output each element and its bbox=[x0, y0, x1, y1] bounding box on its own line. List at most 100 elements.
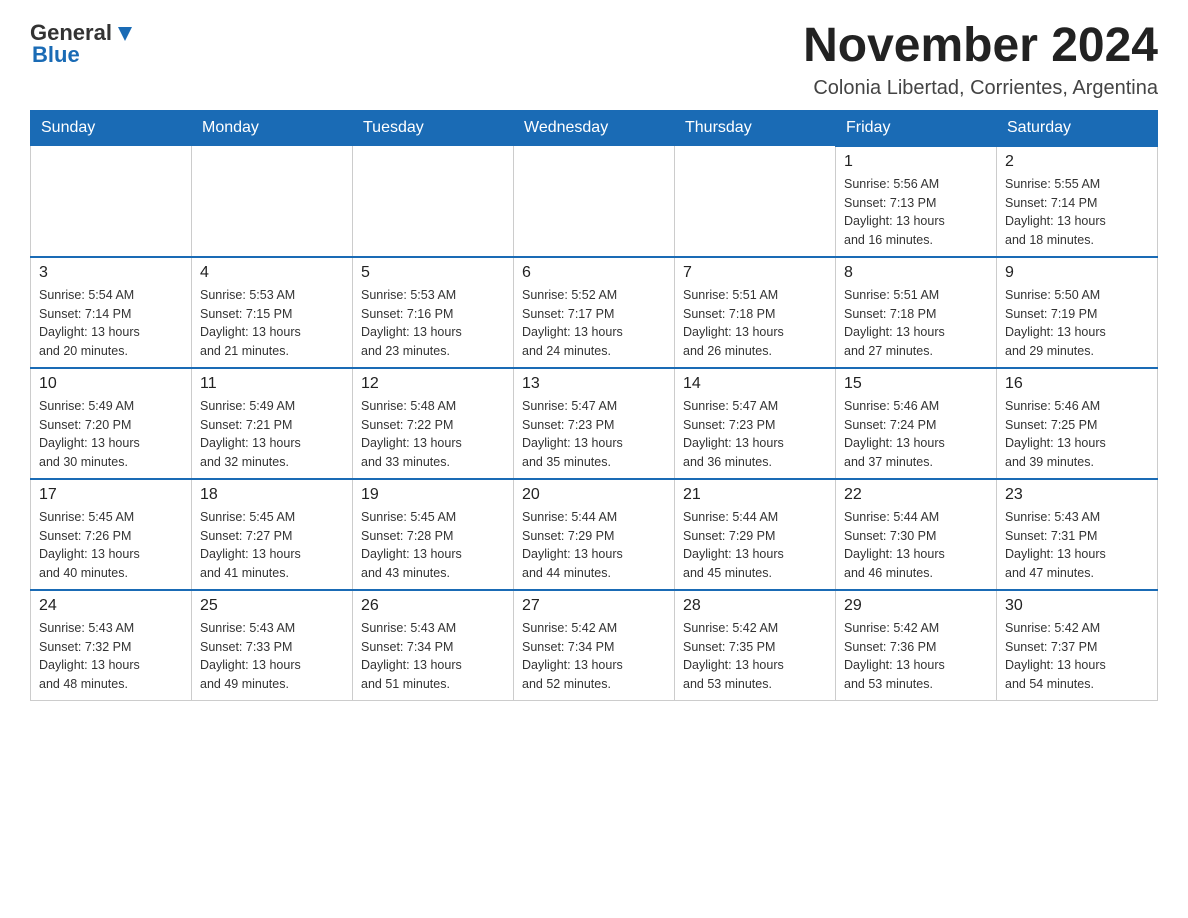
day-number: 13 bbox=[522, 375, 666, 393]
day-info: Sunrise: 5:45 AMSunset: 7:26 PMDaylight:… bbox=[39, 508, 183, 583]
calendar-day-cell: 2Sunrise: 5:55 AMSunset: 7:14 PMDaylight… bbox=[997, 146, 1158, 257]
day-number: 4 bbox=[200, 264, 344, 282]
day-number: 22 bbox=[844, 486, 988, 504]
calendar-day-cell: 6 Sunrise: 5:52 AMSunset: 7:17 PMDaylight… bbox=[514, 257, 675, 368]
column-header-friday: Friday bbox=[836, 110, 997, 146]
calendar-week-row: 3Sunrise: 5:54 AMSunset: 7:14 PMDaylight… bbox=[31, 257, 1158, 368]
location-subtitle: Colonia Libertad, Corrientes, Argentina bbox=[803, 77, 1158, 100]
calendar-day-cell: 13 Sunrise: 5:47 AMSunset: 7:23 PMDayligh… bbox=[514, 368, 675, 479]
day-number: 28 bbox=[683, 597, 827, 615]
calendar-day-cell: 26 Sunrise: 5:43 AMSunset: 7:34 PMDayligh… bbox=[353, 590, 514, 701]
day-number: 14 bbox=[683, 375, 827, 393]
calendar-day-cell bbox=[353, 146, 514, 257]
day-number: 3 bbox=[39, 264, 183, 282]
logo: General Blue bbox=[30, 20, 136, 68]
day-info: Sunrise: 5:43 AMSunset: 7:33 PMDaylight:… bbox=[200, 619, 344, 694]
day-info: Sunrise: 5:49 AMSunset: 7:20 PMDaylight:… bbox=[39, 397, 183, 472]
day-number: 6 bbox=[522, 264, 666, 282]
calendar-day-cell: 4 Sunrise: 5:53 AMSunset: 7:15 PMDaylight… bbox=[192, 257, 353, 368]
column-header-thursday: Thursday bbox=[675, 110, 836, 146]
column-header-monday: Monday bbox=[192, 110, 353, 146]
calendar-day-cell bbox=[675, 146, 836, 257]
day-number: 18 bbox=[200, 486, 344, 504]
calendar-day-cell: 25 Sunrise: 5:43 AMSunset: 7:33 PMDayligh… bbox=[192, 590, 353, 701]
calendar-day-cell: 15 Sunrise: 5:46 AMSunset: 7:24 PMDayligh… bbox=[836, 368, 997, 479]
calendar-day-cell: 8 Sunrise: 5:51 AMSunset: 7:18 PMDaylight… bbox=[836, 257, 997, 368]
day-number: 9 bbox=[1005, 264, 1149, 282]
day-info: Sunrise: 5:46 AMSunset: 7:24 PMDaylight:… bbox=[844, 397, 988, 472]
day-info: Sunrise: 5:44 AMSunset: 7:29 PMDaylight:… bbox=[522, 508, 666, 583]
day-number: 8 bbox=[844, 264, 988, 282]
day-info: Sunrise: 5:48 AMSunset: 7:22 PMDaylight:… bbox=[361, 397, 505, 472]
day-info: Sunrise: 5:47 AMSunset: 7:23 PMDaylight:… bbox=[683, 397, 827, 472]
calendar-day-cell: 23 Sunrise: 5:43 AMSunset: 7:31 PMDayligh… bbox=[997, 479, 1158, 590]
day-number: 5 bbox=[361, 264, 505, 282]
calendar-day-cell: 21 Sunrise: 5:44 AMSunset: 7:29 PMDayligh… bbox=[675, 479, 836, 590]
calendar-week-row: 24Sunrise: 5:43 AMSunset: 7:32 PMDayligh… bbox=[31, 590, 1158, 701]
day-info: Sunrise: 5:53 AMSunset: 7:16 PMDaylight:… bbox=[361, 286, 505, 361]
calendar-day-cell: 22 Sunrise: 5:44 AMSunset: 7:30 PMDayligh… bbox=[836, 479, 997, 590]
column-header-saturday: Saturday bbox=[997, 110, 1158, 146]
day-info: Sunrise: 5:44 AMSunset: 7:30 PMDaylight:… bbox=[844, 508, 988, 583]
day-info: Sunrise: 5:53 AMSunset: 7:15 PMDaylight:… bbox=[200, 286, 344, 361]
calendar-day-cell: 24Sunrise: 5:43 AMSunset: 7:32 PMDayligh… bbox=[31, 590, 192, 701]
calendar-day-cell: 29Sunrise: 5:42 AMSunset: 7:36 PMDayligh… bbox=[836, 590, 997, 701]
calendar-day-cell: 30Sunrise: 5:42 AMSunset: 7:37 PMDayligh… bbox=[997, 590, 1158, 701]
day-number: 25 bbox=[200, 597, 344, 615]
day-info: Sunrise: 5:51 AMSunset: 7:18 PMDaylight:… bbox=[844, 286, 988, 361]
day-number: 29 bbox=[844, 597, 988, 615]
calendar-day-cell: 14 Sunrise: 5:47 AMSunset: 7:23 PMDayligh… bbox=[675, 368, 836, 479]
calendar-day-cell: 5 Sunrise: 5:53 AMSunset: 7:16 PMDaylight… bbox=[353, 257, 514, 368]
day-number: 2 bbox=[1005, 153, 1149, 171]
day-number: 26 bbox=[361, 597, 505, 615]
calendar-table: SundayMondayTuesdayWednesdayThursdayFrid… bbox=[30, 110, 1158, 701]
month-title: November 2024 bbox=[803, 20, 1158, 73]
day-info: Sunrise: 5:43 AMSunset: 7:34 PMDaylight:… bbox=[361, 619, 505, 694]
logo-triangle-icon bbox=[114, 23, 136, 45]
calendar-day-cell: 7 Sunrise: 5:51 AMSunset: 7:18 PMDaylight… bbox=[675, 257, 836, 368]
calendar-week-row: 1Sunrise: 5:56 AMSunset: 7:13 PMDaylight… bbox=[31, 146, 1158, 257]
day-number: 10 bbox=[39, 375, 183, 393]
day-number: 30 bbox=[1005, 597, 1149, 615]
calendar-day-cell: 1Sunrise: 5:56 AMSunset: 7:13 PMDaylight… bbox=[836, 146, 997, 257]
day-info: Sunrise: 5:51 AMSunset: 7:18 PMDaylight:… bbox=[683, 286, 827, 361]
calendar-day-cell: 27Sunrise: 5:42 AMSunset: 7:34 PMDayligh… bbox=[514, 590, 675, 701]
calendar-day-cell: 20Sunrise: 5:44 AMSunset: 7:29 PMDayligh… bbox=[514, 479, 675, 590]
day-info: Sunrise: 5:52 AMSunset: 7:17 PMDaylight:… bbox=[522, 286, 666, 361]
calendar-week-row: 17 Sunrise: 5:45 AMSunset: 7:26 PMDayligh… bbox=[31, 479, 1158, 590]
calendar-day-cell bbox=[31, 146, 192, 257]
day-info: Sunrise: 5:42 AMSunset: 7:35 PMDaylight:… bbox=[683, 619, 827, 694]
day-number: 21 bbox=[683, 486, 827, 504]
day-info: Sunrise: 5:45 AMSunset: 7:28 PMDaylight:… bbox=[361, 508, 505, 583]
day-number: 17 bbox=[39, 486, 183, 504]
day-info: Sunrise: 5:46 AMSunset: 7:25 PMDaylight:… bbox=[1005, 397, 1149, 472]
calendar-day-cell: 17 Sunrise: 5:45 AMSunset: 7:26 PMDayligh… bbox=[31, 479, 192, 590]
day-info: Sunrise: 5:47 AMSunset: 7:23 PMDaylight:… bbox=[522, 397, 666, 472]
calendar-day-cell: 19Sunrise: 5:45 AMSunset: 7:28 PMDayligh… bbox=[353, 479, 514, 590]
day-number: 27 bbox=[522, 597, 666, 615]
column-header-wednesday: Wednesday bbox=[514, 110, 675, 146]
day-number: 16 bbox=[1005, 375, 1149, 393]
column-header-tuesday: Tuesday bbox=[353, 110, 514, 146]
day-info: Sunrise: 5:49 AMSunset: 7:21 PMDaylight:… bbox=[200, 397, 344, 472]
calendar-day-cell: 18Sunrise: 5:45 AMSunset: 7:27 PMDayligh… bbox=[192, 479, 353, 590]
day-number: 15 bbox=[844, 375, 988, 393]
day-info: Sunrise: 5:43 AMSunset: 7:32 PMDaylight:… bbox=[39, 619, 183, 694]
calendar-day-cell: 11Sunrise: 5:49 AMSunset: 7:21 PMDayligh… bbox=[192, 368, 353, 479]
day-number: 12 bbox=[361, 375, 505, 393]
calendar-day-cell: 28 Sunrise: 5:42 AMSunset: 7:35 PMDayligh… bbox=[675, 590, 836, 701]
calendar-week-row: 10 Sunrise: 5:49 AMSunset: 7:20 PMDayligh… bbox=[31, 368, 1158, 479]
day-info: Sunrise: 5:43 AMSunset: 7:31 PMDaylight:… bbox=[1005, 508, 1149, 583]
page-header: General Blue November 2024 Colonia Liber… bbox=[30, 20, 1158, 100]
calendar-day-cell bbox=[514, 146, 675, 257]
calendar-day-cell: 12 Sunrise: 5:48 AMSunset: 7:22 PMDayligh… bbox=[353, 368, 514, 479]
calendar-header-row: SundayMondayTuesdayWednesdayThursdayFrid… bbox=[31, 110, 1158, 146]
calendar-day-cell: 10 Sunrise: 5:49 AMSunset: 7:20 PMDayligh… bbox=[31, 368, 192, 479]
day-number: 7 bbox=[683, 264, 827, 282]
calendar-day-cell: 3Sunrise: 5:54 AMSunset: 7:14 PMDaylight… bbox=[31, 257, 192, 368]
column-header-sunday: Sunday bbox=[31, 110, 192, 146]
title-section: November 2024 Colonia Libertad, Corrient… bbox=[803, 20, 1158, 100]
day-number: 23 bbox=[1005, 486, 1149, 504]
day-number: 1 bbox=[844, 153, 988, 171]
day-info: Sunrise: 5:44 AMSunset: 7:29 PMDaylight:… bbox=[683, 508, 827, 583]
